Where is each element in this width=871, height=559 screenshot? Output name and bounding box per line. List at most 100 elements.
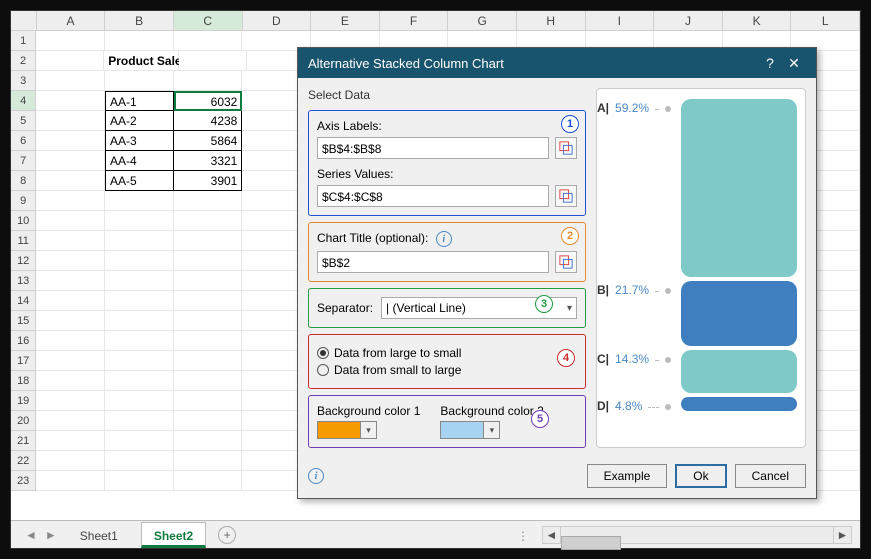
help-button[interactable]: ? xyxy=(758,55,782,71)
row-header[interactable]: 16 xyxy=(11,331,36,351)
cell[interactable] xyxy=(174,411,243,431)
row-header[interactable]: 20 xyxy=(11,411,36,431)
row-header[interactable]: 17 xyxy=(11,351,36,371)
cell[interactable] xyxy=(105,71,174,91)
cell[interactable] xyxy=(36,291,105,311)
cell[interactable] xyxy=(174,351,243,371)
cell[interactable] xyxy=(36,51,104,71)
row-header[interactable]: 21 xyxy=(11,431,36,451)
bgcolor1-picker[interactable]: ▾ xyxy=(317,421,377,439)
scroll-thumb[interactable] xyxy=(561,536,621,550)
series-values-input[interactable]: $C$4:$C$8 xyxy=(317,185,549,207)
ok-button[interactable]: Ok xyxy=(675,464,726,488)
cell[interactable] xyxy=(174,291,243,311)
row-header[interactable]: 9 xyxy=(11,191,36,211)
cell[interactable] xyxy=(105,191,174,211)
cell[interactable]: 3321 xyxy=(174,151,243,171)
cell[interactable] xyxy=(174,371,243,391)
row-header[interactable]: 14 xyxy=(11,291,36,311)
cell[interactable] xyxy=(36,351,105,371)
cell[interactable]: AA-2 xyxy=(105,111,174,131)
cell[interactable] xyxy=(174,251,243,271)
row-header[interactable]: 23 xyxy=(11,471,36,491)
cell[interactable] xyxy=(105,471,174,491)
cell[interactable] xyxy=(36,91,105,111)
row-header[interactable]: 4 xyxy=(11,91,36,111)
cell[interactable] xyxy=(36,251,105,271)
cancel-button[interactable]: Cancel xyxy=(735,464,806,488)
cell[interactable] xyxy=(36,191,105,211)
cell[interactable] xyxy=(105,411,174,431)
row-header[interactable]: 2 xyxy=(11,51,36,71)
radio-small-to-large[interactable]: Data from small to large xyxy=(317,363,577,377)
cell[interactable]: 5864 xyxy=(174,131,243,151)
cell[interactable] xyxy=(105,331,174,351)
range-picker-icon[interactable] xyxy=(555,137,577,159)
sheet-tab[interactable]: Sheet1 xyxy=(67,522,131,548)
cell[interactable] xyxy=(36,71,105,91)
col-header-I[interactable]: I xyxy=(586,11,655,30)
cell[interactable] xyxy=(105,231,174,251)
row-header[interactable]: 18 xyxy=(11,371,36,391)
cell[interactable] xyxy=(36,31,105,51)
select-all-corner[interactable] xyxy=(11,11,37,30)
cell[interactable] xyxy=(36,331,105,351)
cell[interactable] xyxy=(174,71,243,91)
row-header[interactable]: 10 xyxy=(11,211,36,231)
row-header[interactable]: 19 xyxy=(11,391,36,411)
cell[interactable] xyxy=(174,231,243,251)
row-header[interactable]: 12 xyxy=(11,251,36,271)
col-header-L[interactable]: L xyxy=(791,11,860,30)
cell[interactable] xyxy=(174,331,243,351)
col-header-K[interactable]: K xyxy=(723,11,792,30)
row-header[interactable]: 1 xyxy=(11,31,36,51)
bgcolor2-picker[interactable]: ▾ xyxy=(440,421,500,439)
row-header[interactable]: 6 xyxy=(11,131,36,151)
col-header-C[interactable]: C xyxy=(174,11,243,30)
cell[interactable] xyxy=(36,431,105,451)
horizontal-scrollbar[interactable]: ◄ ► xyxy=(542,526,852,544)
row-header[interactable]: 22 xyxy=(11,451,36,471)
cell[interactable] xyxy=(174,431,243,451)
chart-title-input[interactable]: $B$2 xyxy=(317,251,549,273)
cell[interactable]: AA-4 xyxy=(105,151,174,171)
info-icon[interactable]: i xyxy=(308,468,324,484)
cell[interactable] xyxy=(174,471,243,491)
tab-resize-handle[interactable]: ⋮ xyxy=(517,529,530,543)
example-button[interactable]: Example xyxy=(587,464,668,488)
scroll-left-icon[interactable]: ◄ xyxy=(543,527,561,543)
cell[interactable]: AA-3 xyxy=(105,131,174,151)
cell[interactable]: AA-1 xyxy=(105,91,174,111)
col-header-G[interactable]: G xyxy=(448,11,517,30)
row-header[interactable]: 8 xyxy=(11,171,36,191)
info-icon[interactable]: i xyxy=(436,231,452,247)
cell[interactable] xyxy=(105,371,174,391)
cell[interactable] xyxy=(174,451,243,471)
new-sheet-button[interactable]: + xyxy=(218,526,236,544)
cell[interactable] xyxy=(36,271,105,291)
cell[interactable] xyxy=(174,311,243,331)
cell[interactable]: Product Sales xyxy=(104,51,179,71)
cell[interactable] xyxy=(36,111,105,131)
row-header[interactable]: 5 xyxy=(11,111,36,131)
cell[interactable] xyxy=(36,231,105,251)
row-header[interactable]: 15 xyxy=(11,311,36,331)
cell[interactable] xyxy=(105,211,174,231)
col-header-H[interactable]: H xyxy=(517,11,586,30)
cell[interactable] xyxy=(174,191,243,211)
cell[interactable] xyxy=(174,31,243,51)
col-header-J[interactable]: J xyxy=(654,11,723,30)
range-picker-icon[interactable] xyxy=(555,185,577,207)
range-picker-icon[interactable] xyxy=(555,251,577,273)
col-header-B[interactable]: B xyxy=(105,11,174,30)
cell[interactable] xyxy=(36,171,105,191)
cell[interactable] xyxy=(105,311,174,331)
cell[interactable] xyxy=(105,271,174,291)
cell[interactable] xyxy=(105,31,174,51)
cell[interactable] xyxy=(105,291,174,311)
cell[interactable] xyxy=(174,211,243,231)
axis-labels-input[interactable]: $B$4:$B$8 xyxy=(317,137,549,159)
row-header[interactable]: 7 xyxy=(11,151,36,171)
cell[interactable] xyxy=(36,471,105,491)
cell[interactable] xyxy=(36,131,105,151)
